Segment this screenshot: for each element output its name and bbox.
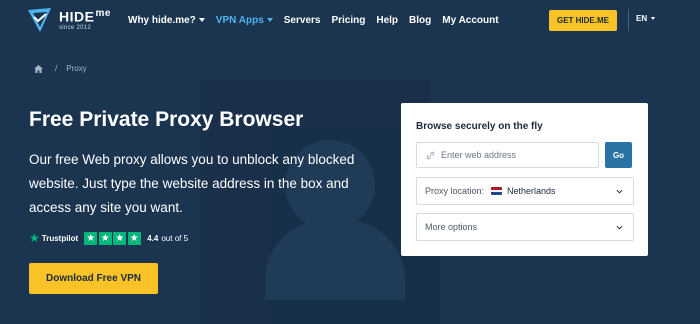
language-selector[interactable]: EN	[636, 14, 656, 23]
breadcrumb-current: Proxy	[66, 64, 87, 73]
rating-out-of: out of 5	[161, 233, 189, 243]
trustpilot-brand: Trustpilot	[41, 233, 79, 243]
rating-stars: ★ ★ ★ ★	[84, 231, 142, 245]
proxy-location-label: Proxy location:	[425, 186, 485, 196]
brand-since: since 2012	[59, 25, 92, 32]
home-icon[interactable]	[34, 64, 43, 73]
chevron-down-icon	[198, 18, 205, 22]
nav-item-label: VPN Apps	[215, 14, 264, 26]
netherlands-flag-icon	[491, 187, 503, 195]
more-options-label: More options	[425, 222, 478, 232]
top-navbar: HIDEme since 2012 Why hide.me? VPN Apps …	[0, 0, 700, 40]
star-icon: ★	[98, 231, 112, 245]
star-icon: ★	[113, 231, 127, 245]
nav-item-label: Why hide.me?	[128, 14, 196, 26]
chevron-down-icon	[616, 225, 623, 230]
trustpilot-star-icon: ★	[29, 231, 40, 245]
proxy-location-select[interactable]: Proxy location: Netherlands	[416, 177, 634, 205]
breadcrumb: / Proxy	[34, 64, 87, 73]
nav-item-help[interactable]: Help	[376, 15, 398, 26]
brand-name-suffix: me	[95, 7, 111, 19]
nav-item-my-account[interactable]: My Account	[442, 15, 498, 26]
go-button[interactable]: Go	[605, 142, 632, 168]
page-title: Free Private Proxy Browser	[29, 108, 304, 131]
hero-description: Our free Web proxy allows you to unblock…	[29, 152, 355, 215]
language-label: EN	[636, 14, 648, 23]
main-nav: Why hide.me? VPN Apps Servers Pricing He…	[128, 0, 510, 40]
url-field[interactable]	[416, 142, 599, 168]
star-icon: ★	[84, 231, 98, 245]
rating-value: 4.4	[147, 233, 159, 243]
nav-item-pricing[interactable]: Pricing	[331, 15, 365, 26]
get-hide-me-button[interactable]: GET HIDE.ME	[549, 10, 617, 31]
nav-item-blog[interactable]: Blog	[409, 15, 431, 26]
trustpilot-rating[interactable]: ★ Trustpilot ★ ★ ★ ★ 4.4 out of 5	[29, 231, 188, 245]
chevron-down-icon	[651, 17, 656, 20]
breadcrumb-separator: /	[55, 64, 58, 73]
nav-item-servers[interactable]: Servers	[284, 15, 321, 26]
download-free-vpn-button[interactable]: Download Free VPN	[29, 263, 158, 294]
link-icon	[426, 151, 435, 159]
nav-item-why-hide-me[interactable]: Why hide.me?	[128, 15, 205, 26]
more-options-select[interactable]: More options	[416, 213, 634, 241]
divider	[628, 9, 629, 31]
star-icon: ★	[127, 231, 141, 245]
hide-me-logo-icon	[28, 8, 51, 32]
proxy-location-value: Netherlands	[507, 186, 556, 196]
brand-logo[interactable]: HIDEme since 2012	[27, 4, 111, 36]
chevron-down-icon	[266, 18, 273, 22]
chevron-down-icon	[616, 189, 623, 194]
hero-section: / Proxy Free Private Proxy Browser Our f…	[0, 40, 700, 324]
brand-name: HIDE	[59, 8, 95, 25]
proxy-card: Browse securely on the fly Go Proxy loca…	[401, 103, 648, 256]
nav-item-vpn-apps[interactable]: VPN Apps	[216, 15, 273, 26]
proxy-card-title: Browse securely on the fly	[416, 121, 543, 132]
url-input[interactable]	[441, 150, 581, 160]
